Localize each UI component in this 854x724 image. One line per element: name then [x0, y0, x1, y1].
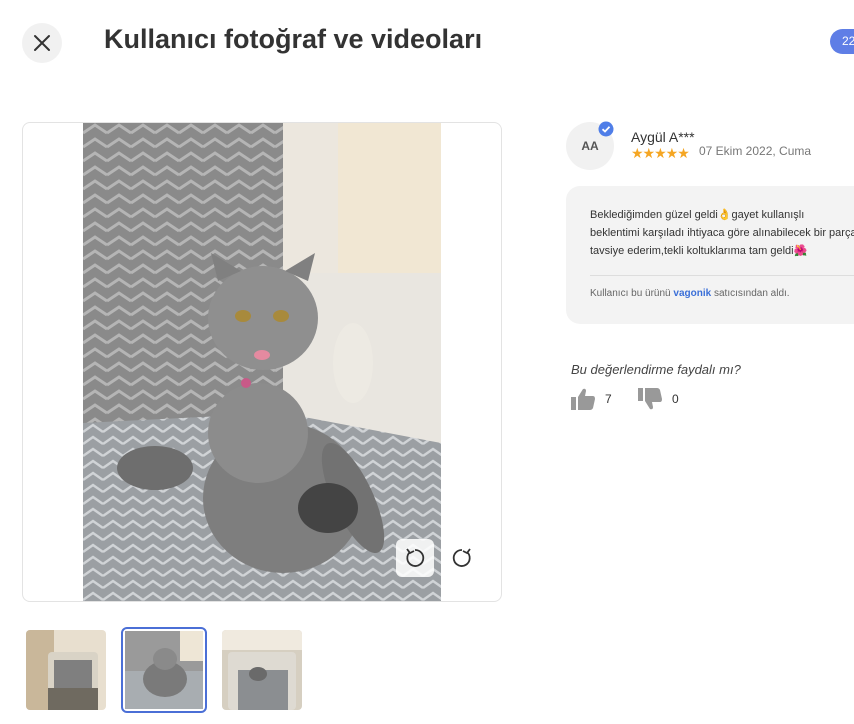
thumbs-up-icon: [571, 388, 595, 410]
media-count-badge: 22: [830, 29, 854, 54]
seller-link[interactable]: vagonik: [673, 288, 711, 299]
like-count: 7: [605, 392, 612, 406]
review-card: Beklediğimden güzel geldi👌gayet kullanış…: [566, 186, 854, 324]
reviewer-name: Aygül A***: [631, 129, 695, 145]
verified-check-icon: [598, 121, 614, 137]
close-icon: [34, 35, 50, 51]
main-photo: [83, 123, 441, 601]
thumbnail-3[interactable]: [222, 630, 302, 710]
rotate-right-button[interactable]: [443, 539, 481, 577]
like-button[interactable]: 7: [570, 387, 612, 411]
seller-prefix: Kullanıcı bu ürünü: [590, 288, 671, 299]
review-date: 07 Ekim 2022, Cuma: [699, 144, 812, 158]
dislike-count: 0: [672, 392, 679, 406]
page-title: Kullanıcı fotoğraf ve videoları: [104, 24, 483, 54]
seller-info: Kullanıcı bu ürünü vagonik satıcısından …: [590, 288, 790, 299]
rating-stars: ★★★★★: [631, 145, 690, 161]
review-text: Beklediğimden güzel geldi👌gayet kullanış…: [590, 209, 854, 257]
rotate-right-icon: [452, 548, 471, 567]
media-viewer: [22, 122, 502, 602]
rotate-left-icon: [406, 548, 425, 567]
thumbnail-1[interactable]: [26, 630, 106, 710]
dislike-button[interactable]: 0: [637, 387, 679, 411]
seller-suffix: satıcısından aldı.: [713, 288, 790, 299]
thumbs-down-icon: [638, 388, 662, 410]
helpful-question: Bu değerlendirme faydalı mı?: [571, 362, 741, 377]
rotate-left-button[interactable]: [396, 539, 434, 577]
divider: [590, 275, 854, 276]
thumbnail-2[interactable]: [121, 627, 207, 713]
close-button[interactable]: [22, 23, 62, 63]
